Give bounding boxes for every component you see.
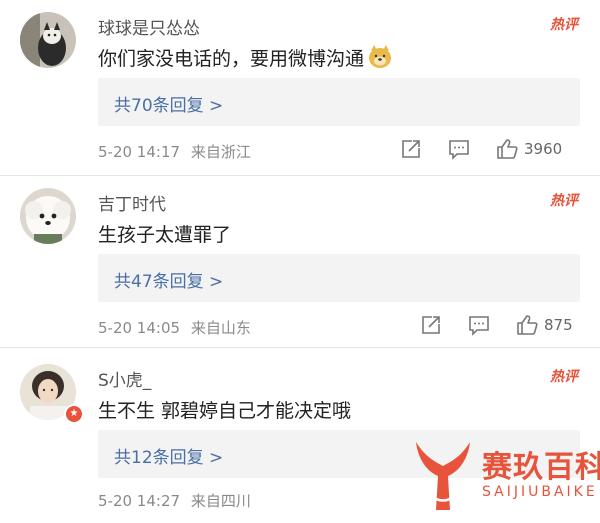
doge-emoji (367, 45, 393, 74)
like-icon[interactable] (496, 138, 518, 160)
white-dog-avatar[interactable] (20, 188, 76, 244)
comment-location: 来自山东 (190, 319, 251, 337)
comment-divider (0, 175, 600, 176)
cat-avatar[interactable] (20, 12, 76, 68)
comment-date: 5-20 14:05 (98, 319, 181, 337)
share-icon[interactable] (400, 138, 422, 160)
white-dog-avatar-image (20, 188, 76, 244)
reply-count-button[interactable]: 共47条回复 > (98, 254, 580, 302)
comment-username[interactable]: 吉丁时代 (98, 190, 166, 215)
comment-actions: 875 (420, 314, 580, 338)
like-count: 875 (544, 316, 573, 334)
share-icon[interactable] (420, 314, 442, 336)
comment-meta: 5-20 14:05 来自山东 (98, 317, 251, 338)
comment-text: 生不生 郭碧婷自己才能决定哦 (98, 400, 352, 422)
comment-username[interactable]: S小虎_ (98, 366, 151, 391)
like-count: 3960 (524, 140, 563, 158)
reply-count-label: 共47条回复 > (114, 272, 224, 292)
reply-count-label: 共12条回复 > (114, 448, 224, 468)
site-watermark: 赛玖百科 SAIJIUBAIKE (412, 432, 600, 518)
comment-icon[interactable] (448, 138, 470, 160)
comment-text: 你们家没电话的，要用微博沟通 (98, 44, 393, 74)
comment-divider (0, 347, 600, 348)
hot-comment-badge: 热评 (550, 369, 578, 385)
comment-icon[interactable] (468, 314, 490, 336)
hot-comment-badge: 热评 (550, 193, 578, 209)
like-icon[interactable] (516, 314, 538, 336)
reply-count-button[interactable]: 共70条回复 > (98, 78, 580, 126)
comment-text-content: 你们家没电话的，要用微博沟通 (98, 48, 365, 70)
comment-meta: 5-20 14:27 来自四川 (98, 490, 251, 511)
comment-text: 生孩子太遭罪了 (98, 224, 232, 246)
comment-location: 来自四川 (190, 492, 251, 510)
whale-tail-logo (412, 436, 474, 518)
cat-avatar-image (20, 12, 76, 68)
comment-meta: 5-20 14:17 来自浙江 (98, 141, 251, 162)
comment-location: 来自浙江 (190, 143, 251, 161)
star-badge-icon: ★ (64, 404, 84, 424)
comment-username[interactable]: 球球是只怂怂 (98, 14, 200, 39)
comment-date: 5-20 14:27 (98, 492, 181, 510)
watermark-name: 赛玖百科 (482, 450, 600, 485)
hot-comment-badge: 热评 (550, 17, 578, 33)
reply-count-label: 共70条回复 > (114, 96, 224, 116)
watermark-name-en: SAIJIUBAIKE (482, 484, 598, 500)
comment-date: 5-20 14:17 (98, 143, 181, 161)
comment-actions: 3960 (400, 138, 580, 162)
